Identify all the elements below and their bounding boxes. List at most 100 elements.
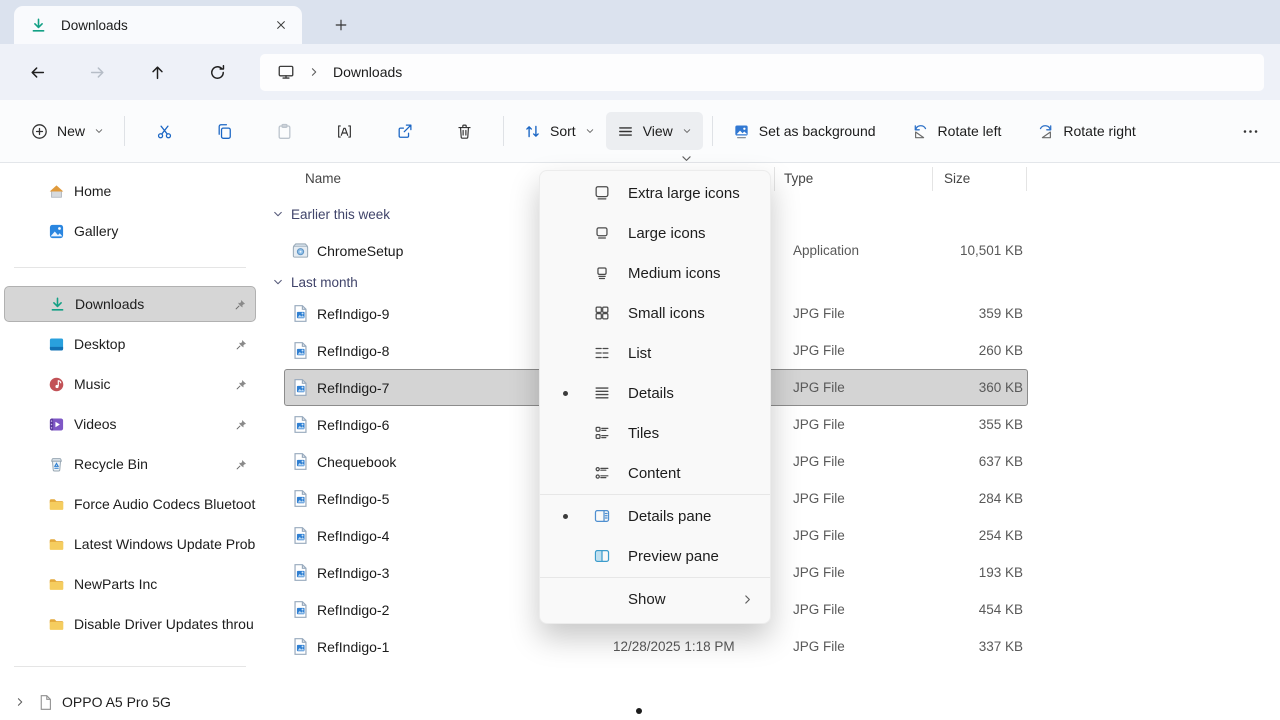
menu-item-label: Details [628,385,674,402]
menu-item-preview-pane[interactable]: Preview pane [540,536,770,576]
file-type: Application [785,243,935,258]
up-button[interactable] [140,55,174,89]
new-button[interactable]: New [20,112,115,150]
menu-item-list[interactable]: List [540,333,770,373]
view-dropdown-menu: Extra large icons Large icons Medium ico… [539,170,771,624]
menu-item-details[interactable]: Details [540,373,770,413]
file-name: ChromeSetup [317,243,403,259]
group-header-earlier-this-week[interactable]: Earlier this week [272,196,1280,232]
sidebar-item-home[interactable]: Home [4,173,256,209]
view-button[interactable]: View [606,112,703,150]
copy-button[interactable] [204,112,244,150]
set-as-background-label: Set as background [759,123,876,139]
menu-item-show[interactable]: Show [540,579,770,619]
file-size: 637 KB [935,454,1029,469]
selected-bullet [563,514,568,519]
back-button[interactable] [20,55,54,89]
file-name: RefIndigo-3 [317,565,389,581]
menu-item-label: Medium icons [628,265,721,282]
forward-arrow-icon [89,64,106,81]
set-as-background-button[interactable]: Set as background [722,112,887,150]
sidebar-item-desktop[interactable]: Desktop [4,326,256,362]
preview-pane-icon [593,547,611,565]
folder-icon [48,496,65,513]
sidebar-item-gallery[interactable]: Gallery [4,213,256,249]
column-divider[interactable] [1026,167,1027,191]
rotate-right-icon [1037,123,1054,140]
rotate-left-button[interactable]: Rotate left [901,112,1013,150]
rotate-left-icon [912,123,929,140]
sort-button[interactable]: Sort [513,112,606,150]
new-tab-button[interactable] [328,12,354,38]
sidebar-item-downloads[interactable]: Downloads [4,286,256,322]
sidebar-item-label: Latest Windows Update Prob [74,536,256,552]
menu-item-medium-icons[interactable]: Medium icons [540,253,770,293]
tiles-view-icon [593,424,611,442]
image-background-icon [733,123,750,140]
jpg-file-icon [291,526,310,545]
pin-icon [235,338,248,351]
menu-item-label: Details pane [628,508,711,525]
rename-button[interactable] [324,112,364,150]
sidebar-item-folder[interactable]: NewParts Inc [4,566,256,602]
file-name: RefIndigo-4 [317,528,389,544]
sidebar-item-label: Downloads [75,296,255,312]
file-type: JPG File [785,602,935,617]
file-size: 454 KB [935,602,1029,617]
sidebar-item-recycle-bin[interactable]: Recycle Bin [4,446,256,482]
menu-item-tiles[interactable]: Tiles [540,413,770,453]
tab-downloads[interactable]: Downloads [14,6,302,44]
column-divider[interactable] [932,167,933,191]
toolbar-separator [124,116,125,146]
see-more-button[interactable] [1230,112,1270,150]
sort-direction-chevron-icon [680,152,693,165]
file-type: JPG File [785,380,935,395]
sidebar-item-folder[interactable]: Disable Driver Updates throu [4,606,256,642]
menu-item-label: Small icons [628,305,705,322]
plus-icon [334,18,348,32]
column-header-type[interactable]: Type [784,171,813,186]
sidebar-item-device[interactable]: OPPO A5 Pro 5G [0,684,260,720]
sidebar-separator [14,666,246,667]
cut-button[interactable] [144,112,184,150]
sidebar-item-label: Music [74,376,256,392]
menu-item-details-pane[interactable]: Details pane [540,496,770,536]
sidebar-item-folder[interactable]: Force Audio Codecs Bluetoot [4,486,256,522]
folder-icon [48,536,65,553]
details-pane-icon [593,507,611,525]
group-header-last-month[interactable]: Last month [272,269,1280,295]
sidebar-item-music[interactable]: Music [4,366,256,402]
tab-title: Downloads [61,18,268,33]
sidebar-item-folder[interactable]: Latest Windows Update Prob [4,526,256,562]
menu-item-large-icons[interactable]: Large icons [540,213,770,253]
column-divider[interactable] [774,167,775,191]
navigation-pane: Home Gallery Downloads Desktop Music [0,163,260,720]
refresh-button[interactable] [200,55,234,89]
pin-icon [234,298,247,311]
column-header-size[interactable]: Size [944,171,970,186]
file-row[interactable]: RefIndigo-1 12/28/2025 1:18 PM JPG File … [284,628,1028,665]
sidebar-item-label: Videos [74,416,256,432]
menu-separator [540,577,770,578]
rotate-right-button[interactable]: Rotate right [1026,112,1146,150]
jpg-file-icon [291,489,310,508]
toolbar-separator [712,116,713,146]
file-size: 337 KB [935,639,1029,654]
sidebar-item-label: Gallery [74,223,256,239]
installer-file-icon [291,241,310,260]
delete-button[interactable] [444,112,484,150]
downloads-icon [49,296,66,313]
file-name: RefIndigo-1 [317,639,389,655]
address-bar[interactable]: Downloads [260,54,1264,91]
sidebar-item-videos[interactable]: Videos [4,406,256,442]
menu-item-label: Preview pane [628,548,719,565]
menu-item-content[interactable]: Content [540,453,770,493]
breadcrumb[interactable]: Downloads [333,64,402,80]
share-icon [396,123,413,140]
tab-close-button[interactable] [268,12,294,38]
column-header-name[interactable]: Name [305,171,341,186]
new-plus-icon [31,123,48,140]
share-button[interactable] [384,112,424,150]
menu-item-extra-large-icons[interactable]: Extra large icons [540,173,770,213]
menu-item-small-icons[interactable]: Small icons [540,293,770,333]
